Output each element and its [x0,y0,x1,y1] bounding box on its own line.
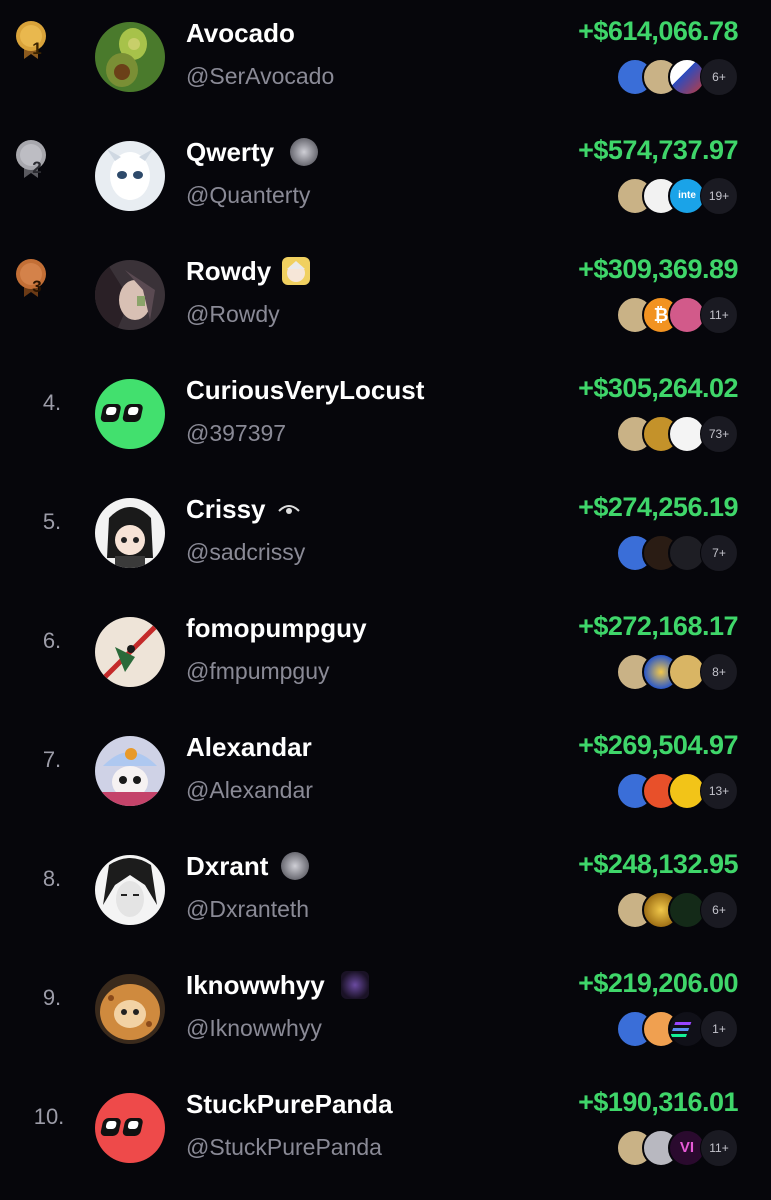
trader-name[interactable]: Qwerty [186,137,274,168]
trader-name[interactable]: Crissy [186,494,266,525]
rank-number: 1 [32,39,42,58]
token-stack[interactable]: inte 19+ [616,177,738,215]
trader-handle[interactable]: @Dxranteth [186,896,309,923]
verified-badge-icon [281,852,309,880]
avatar [95,141,165,211]
trader-name[interactable]: fomopumpguy [186,613,367,644]
trader-name[interactable]: Iknowwhyy [186,970,325,1001]
avatar [95,736,165,806]
rank-number: 4. [42,390,62,415]
trader-handle[interactable]: @Iknowwhyy [186,1015,322,1042]
pnl-value: +$272,168.17 [578,611,738,641]
trader-name[interactable]: Rowdy [186,256,271,287]
leaderboard-row[interactable]: 8. Dxrant @Dxranteth +$248,132.95 6+ [0,833,771,952]
trader-name[interactable]: StuckPurePanda [186,1089,393,1120]
anime-badge-icon [282,257,310,285]
avatar [95,260,165,330]
rank-number: 9. [42,985,62,1010]
rank-number: 6. [42,628,62,653]
token-stack[interactable]: ₿ 11+ [616,296,738,334]
trader-name[interactable]: CuriousVeryLocust [186,375,424,406]
avatar [95,855,165,925]
rank-number: 10. [33,1104,65,1129]
token-stack[interactable]: 1+ [616,1010,738,1048]
eye-badge-icon [275,495,303,523]
verified-badge-icon [290,138,318,166]
more-tokens-count[interactable]: 13+ [700,772,738,810]
trader-handle[interactable]: @SerAvocado [186,63,334,90]
more-tokens-count[interactable]: 7+ [700,534,738,572]
pnl-value: +$269,504.97 [578,730,738,760]
trader-handle[interactable]: @Quanterty [186,182,310,209]
token-stack[interactable]: 13+ [616,772,738,810]
pnl-value: +$574,737.97 [578,135,738,165]
trader-handle[interactable]: @Rowdy [186,301,280,328]
leaderboard-row[interactable]: 10. StuckPurePanda @StuckPurePanda +$190… [0,1071,771,1190]
avatar [95,974,165,1044]
more-tokens-count[interactable]: 1+ [700,1010,738,1048]
leaderboard-list: 1 Avocado @SerAvocado +$614,066.78 6+ 2 … [0,0,771,1200]
token-stack[interactable]: 8+ [616,653,738,691]
more-tokens-count[interactable]: 8+ [700,653,738,691]
avatar [95,498,165,568]
more-tokens-count[interactable]: 6+ [700,891,738,929]
trader-handle[interactable]: @StuckPurePanda [186,1134,382,1161]
token-stack[interactable]: 6+ [616,58,738,96]
leaderboard-row[interactable]: 5. Crissy @sadcrissy +$274,256.19 7+ [0,476,771,595]
leaderboard-row[interactable]: 6. fomopumpguy @fmpumpguy +$272,168.17 8… [0,595,771,714]
more-tokens-count[interactable]: 11+ [700,296,738,334]
trader-name[interactable]: Dxrant [186,851,268,882]
avatar [95,22,165,92]
trader-name[interactable]: Alexandar [186,732,312,763]
trader-handle[interactable]: @sadcrissy [186,539,305,566]
trader-handle[interactable]: @397397 [186,420,286,447]
leaderboard-row[interactable]: 2 Qwerty @Quanterty +$574,737.97 inte 19… [0,119,771,238]
more-tokens-count[interactable]: 19+ [700,177,738,215]
pnl-value: +$309,369.89 [578,254,738,284]
pnl-value: +$614,066.78 [578,16,738,46]
leaderboard-row[interactable]: 1 Avocado @SerAvocado +$614,066.78 6+ [0,0,771,119]
trader-handle[interactable]: @Alexandar [186,777,313,804]
purple-badge-icon [341,971,369,999]
leaderboard-row[interactable]: 4. CuriousVeryLocust @397397 +$305,264.0… [0,357,771,476]
more-tokens-count[interactable]: 11+ [700,1129,738,1167]
pnl-value: +$190,316.01 [578,1087,738,1117]
token-stack[interactable]: VI 11+ [616,1129,738,1167]
pnl-value: +$248,132.95 [578,849,738,879]
avatar [95,379,165,449]
token-stack[interactable]: 6+ [616,891,738,929]
leaderboard-row[interactable]: 3 Rowdy @Rowdy +$309,369.89 ₿ 11+ [0,238,771,357]
rank-number: 7. [42,747,62,772]
rank-number: 8. [42,866,62,891]
more-tokens-count[interactable]: 6+ [700,58,738,96]
leaderboard-row[interactable]: 7. Alexandar @Alexandar +$269,504.97 13+ [0,714,771,833]
avatar [95,617,165,687]
token-stack[interactable]: 73+ [616,415,738,453]
rank-number: 5. [42,509,62,534]
avatar [95,1093,165,1163]
pnl-value: +$274,256.19 [578,492,738,522]
rank-number: 3 [32,277,42,296]
trader-handle[interactable]: @fmpumpguy [186,658,330,685]
more-tokens-count[interactable]: 73+ [700,415,738,453]
trader-name[interactable]: Avocado [186,18,295,49]
token-stack[interactable]: 7+ [616,534,738,572]
rank-number: 2 [32,158,42,177]
pnl-value: +$219,206.00 [578,968,738,998]
leaderboard-row[interactable]: 9. Iknowwhyy @Iknowwhyy +$219,206.00 1+ [0,952,771,1071]
pnl-value: +$305,264.02 [578,373,738,403]
